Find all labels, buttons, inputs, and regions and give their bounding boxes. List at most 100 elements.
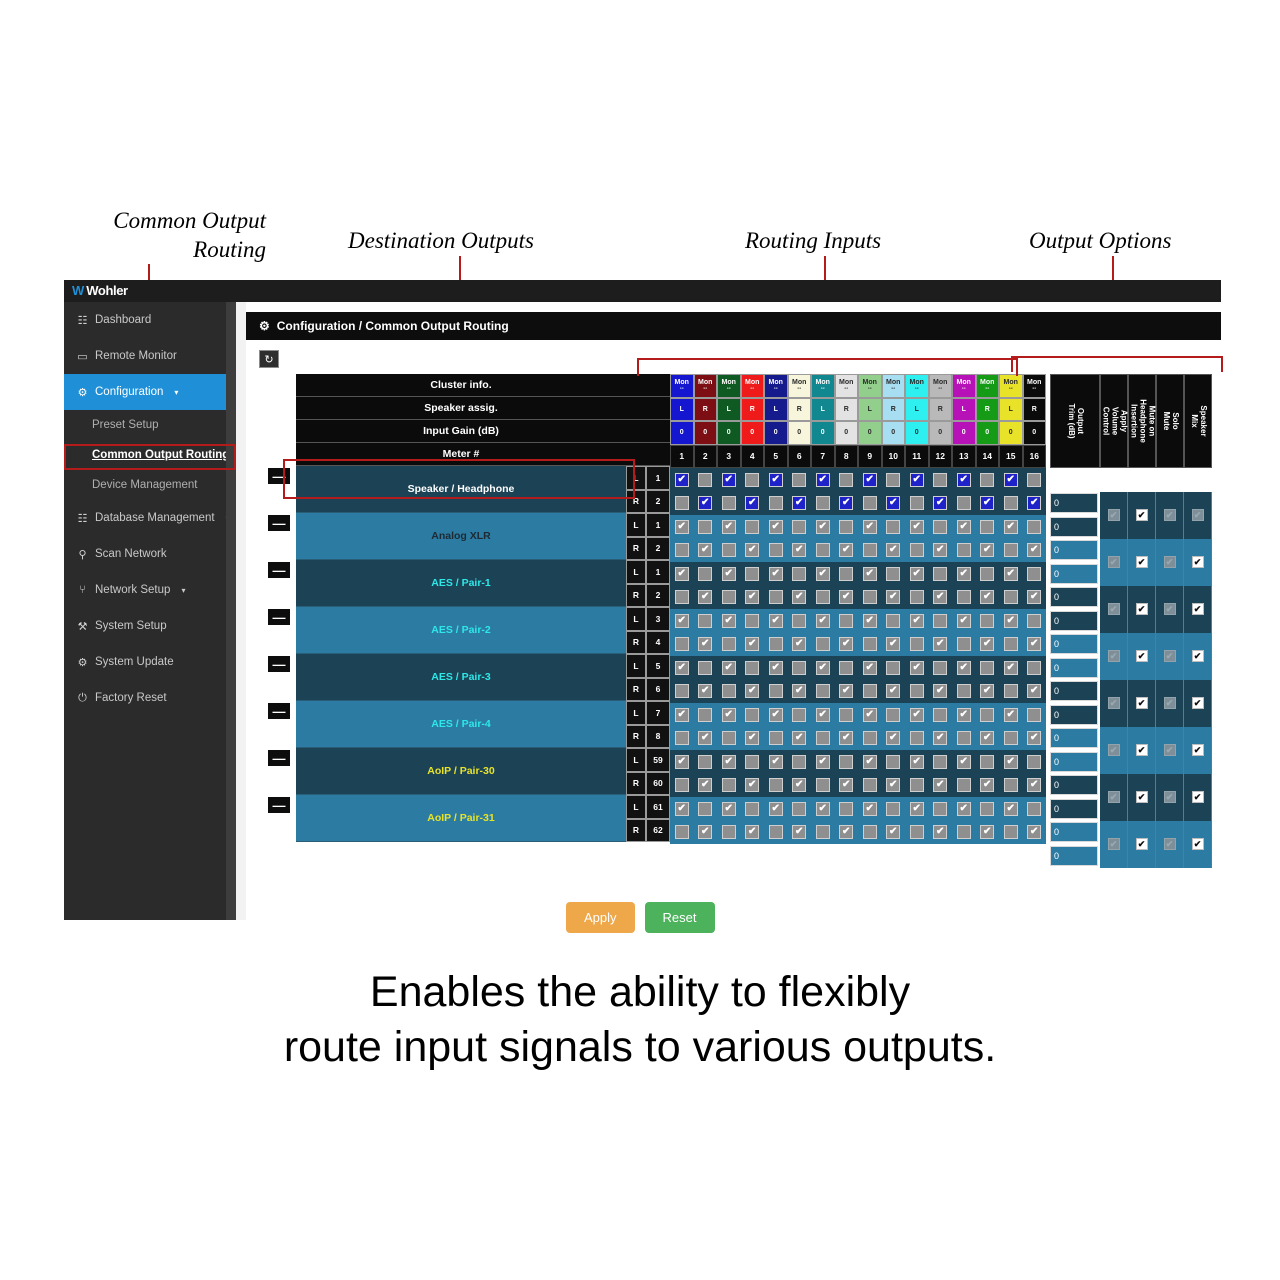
routing-checkbox[interactable] (815, 778, 830, 793)
routing-cell[interactable]: ✔ (905, 609, 929, 633)
routing-checkbox[interactable] (933, 519, 948, 534)
routing-cell[interactable] (928, 656, 952, 680)
routing-checkbox[interactable]: ✔ (909, 660, 924, 675)
routing-checkbox[interactable]: ✔ (815, 472, 830, 487)
routing-cell[interactable] (693, 703, 717, 727)
routing-cell[interactable] (811, 679, 835, 703)
routing-checkbox[interactable]: ✔ (745, 496, 760, 511)
routing-checkbox[interactable]: ✔ (721, 754, 736, 769)
routing-checkbox[interactable]: ✔ (674, 754, 689, 769)
routing-cell[interactable]: ✔ (740, 632, 764, 656)
routing-cell[interactable]: ✔ (834, 491, 858, 515)
routing-cell[interactable]: ✔ (858, 515, 882, 539)
routing-cell[interactable]: ✔ (905, 562, 929, 586)
speaker-assign-cell[interactable]: R (787, 397, 811, 421)
option-cell-speaker-mix[interactable]: ✔ (1184, 773, 1212, 821)
routing-checkbox[interactable] (815, 496, 830, 511)
routing-checkbox[interactable] (698, 566, 713, 581)
input-gain-cell[interactable]: 0 (881, 421, 905, 445)
routing-checkbox[interactable] (933, 754, 948, 769)
routing-checkbox[interactable] (980, 472, 995, 487)
routing-cell[interactable] (834, 468, 858, 492)
routing-checkbox[interactable] (909, 825, 924, 840)
routing-cell[interactable] (764, 538, 788, 562)
routing-checkbox[interactable] (933, 566, 948, 581)
routing-checkbox[interactable] (674, 590, 689, 605)
option-checkbox-apply-volume-control[interactable]: ✔ (1107, 744, 1120, 756)
routing-checkbox[interactable] (886, 707, 901, 722)
option-cell-solo-mute[interactable]: ✔ (1156, 820, 1184, 868)
routing-checkbox[interactable]: ✔ (980, 684, 995, 699)
routing-checkbox[interactable]: ✔ (1027, 637, 1042, 652)
routing-cell[interactable]: ✔ (717, 797, 741, 821)
routing-checkbox[interactable] (698, 707, 713, 722)
routing-cell[interactable] (787, 609, 811, 633)
output-row-label[interactable]: Analog XLR (296, 513, 626, 560)
routing-checkbox[interactable] (745, 566, 760, 581)
routing-cell[interactable] (952, 820, 976, 844)
routing-checkbox[interactable]: ✔ (745, 543, 760, 558)
routing-checkbox[interactable]: ✔ (698, 731, 713, 746)
routing-checkbox[interactable] (909, 778, 924, 793)
routing-cell[interactable] (1022, 656, 1046, 680)
sidebar-scrollbar[interactable] (226, 302, 236, 920)
routing-checkbox[interactable]: ✔ (698, 543, 713, 558)
option-checkbox-apply-volume-control[interactable]: ✔ (1107, 509, 1120, 521)
routing-checkbox[interactable] (980, 660, 995, 675)
sidebar-item-system-setup[interactable]: ⚒ System Setup (64, 608, 236, 644)
routing-checkbox[interactable]: ✔ (1003, 707, 1018, 722)
routing-checkbox[interactable]: ✔ (1003, 754, 1018, 769)
routing-cell[interactable] (693, 609, 717, 633)
cluster-info-cell[interactable]: Mon -- (787, 374, 811, 398)
option-cell-apply-volume-control[interactable]: ✔ (1100, 538, 1128, 586)
collapse-row-button[interactable]: — (268, 797, 290, 813)
routing-checkbox[interactable]: ✔ (839, 684, 854, 699)
routing-cell[interactable]: ✔ (834, 585, 858, 609)
routing-cell[interactable] (858, 491, 882, 515)
routing-cell[interactable]: ✔ (858, 750, 882, 774)
routing-checkbox[interactable] (933, 472, 948, 487)
routing-checkbox[interactable] (815, 731, 830, 746)
routing-cell[interactable]: ✔ (717, 562, 741, 586)
routing-checkbox[interactable]: ✔ (862, 613, 877, 628)
routing-cell[interactable] (717, 632, 741, 656)
input-gain-cell[interactable]: 0 (858, 421, 882, 445)
routing-checkbox[interactable]: ✔ (698, 778, 713, 793)
output-trim-input[interactable]: 0 (1050, 634, 1098, 655)
cluster-info-cell[interactable]: Mon -- (834, 374, 858, 398)
routing-checkbox[interactable] (956, 731, 971, 746)
routing-cell[interactable] (670, 585, 694, 609)
routing-checkbox[interactable] (674, 731, 689, 746)
routing-checkbox[interactable] (909, 731, 924, 746)
routing-checkbox[interactable]: ✔ (698, 637, 713, 652)
routing-checkbox[interactable]: ✔ (745, 637, 760, 652)
routing-cell[interactable] (811, 632, 835, 656)
routing-cell[interactable] (975, 750, 999, 774)
sidebar-item-system-update[interactable]: ⚙ System Update (64, 644, 236, 680)
input-gain-cell[interactable]: 0 (670, 421, 694, 445)
option-checkbox-speaker-mix[interactable]: ✔ (1191, 650, 1204, 662)
routing-cell[interactable]: ✔ (740, 820, 764, 844)
routing-cell[interactable]: ✔ (858, 656, 882, 680)
option-checkbox-apply-volume-control[interactable]: ✔ (1107, 697, 1120, 709)
routing-cell[interactable]: ✔ (811, 703, 835, 727)
speaker-assign-cell[interactable]: L (952, 397, 976, 421)
routing-cell[interactable]: ✔ (717, 703, 741, 727)
routing-cell[interactable] (975, 562, 999, 586)
input-gain-cell[interactable]: 0 (787, 421, 811, 445)
routing-cell[interactable] (928, 468, 952, 492)
routing-cell[interactable]: ✔ (905, 797, 929, 821)
option-cell-apply-volume-control[interactable]: ✔ (1100, 820, 1128, 868)
speaker-assign-cell[interactable]: L (905, 397, 929, 421)
routing-cell[interactable] (764, 679, 788, 703)
routing-checkbox[interactable] (698, 613, 713, 628)
routing-checkbox[interactable] (839, 754, 854, 769)
speaker-assign-cell[interactable]: L (999, 397, 1023, 421)
routing-checkbox[interactable]: ✔ (933, 825, 948, 840)
routing-cell[interactable] (764, 773, 788, 797)
routing-cell[interactable]: ✔ (787, 773, 811, 797)
routing-checkbox[interactable] (1003, 637, 1018, 652)
routing-checkbox[interactable] (792, 613, 807, 628)
output-trim-input[interactable]: 0 (1050, 587, 1098, 608)
routing-checkbox[interactable] (933, 613, 948, 628)
